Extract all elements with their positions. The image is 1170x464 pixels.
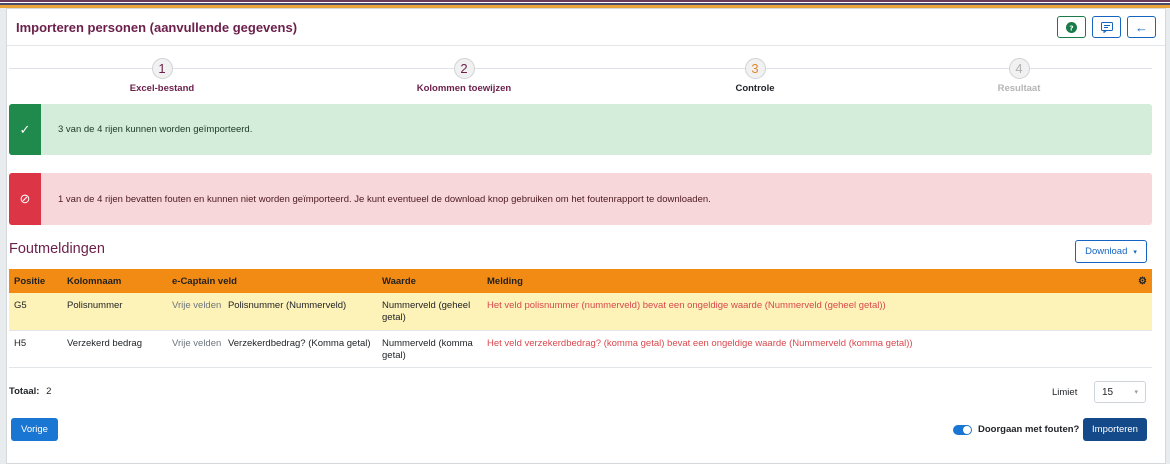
step-label: Excel-bestand [129, 83, 195, 94]
feedback-icon [1100, 21, 1113, 33]
limit-select[interactable]: 15 ▾ [1094, 381, 1146, 403]
download-button[interactable]: Download ▾ [1075, 240, 1147, 263]
step-number: 2 [453, 58, 475, 79]
download-label: Download [1085, 246, 1128, 257]
column-header-veld[interactable]: e-Captain veld [167, 269, 377, 293]
cell-veld-value: Verzekerdbedrag? (Komma getal) [227, 337, 371, 349]
cell-veld-value: Polisnummer (Nummerveld) [227, 300, 347, 311]
column-header-melding-label: Melding [487, 275, 523, 287]
total-label: Totaal: [9, 386, 40, 397]
caret-down-icon: ▾ [1134, 389, 1138, 396]
continue-label: Doorgaan met fouten? [978, 424, 1080, 435]
import-stepper: 1 Excel-bestand 2 Kolommen toewijzen 3 C… [9, 58, 1152, 98]
success-alert: ✓ 3 van de 4 rijen kunnen worden geïmpor… [9, 104, 1152, 155]
cell-veld-prefix: Vrije velden [172, 337, 222, 349]
step-label: Kolommen toewijzen [416, 83, 512, 94]
column-header-melding[interactable]: Melding ⚙ [482, 269, 1152, 293]
error-alert: ⊘ 1 van de 4 rijen bevatten fouten en ku… [9, 173, 1152, 225]
check-icon: ✓ [9, 104, 41, 155]
step-label: Controle [735, 83, 775, 94]
cell-melding: Het veld polisnummer (nummerveld) bevat … [482, 293, 1152, 331]
step-controle[interactable]: 3 Controle [675, 58, 835, 94]
cell-veld: Vrije velden Verzekerdbedrag? (Komma get… [167, 330, 377, 368]
error-alert-text: 1 van de 4 rijen bevatten fouten en kunn… [58, 193, 711, 205]
import-button[interactable]: Importeren [1083, 418, 1147, 441]
success-alert-text: 3 van de 4 rijen kunnen worden geïmporte… [58, 124, 253, 135]
step-number: 3 [744, 58, 766, 79]
table-row[interactable]: G5 Polisnummer Vrije velden Polisnummer … [9, 293, 1152, 331]
continue-with-errors: Doorgaan met fouten? [953, 424, 1079, 435]
previous-button[interactable]: Vorige [11, 418, 58, 441]
feedback-button[interactable] [1092, 16, 1121, 38]
step-excel-bestand[interactable]: 1 Excel-bestand [82, 58, 242, 94]
continue-toggle[interactable] [953, 424, 972, 435]
step-resultaat: 4 Resultaat [939, 58, 1099, 94]
cell-kolomnaam: Verzekerd bedrag [62, 330, 167, 368]
cell-veld: Vrije velden Polisnummer (Nummerveld) [167, 293, 377, 331]
step-kolommen-toewijzen[interactable]: 2 Kolommen toewijzen [384, 58, 544, 94]
card-header: Importeren personen (aanvullende gegeven… [7, 9, 1165, 46]
back-button[interactable]: ← [1127, 16, 1156, 38]
column-header-positie[interactable]: Positie [9, 269, 62, 293]
cell-waarde: Nummerveld (komma getal) [377, 330, 482, 368]
table-header-row: Positie Kolomnaam e-Captain veld Waarde … [9, 269, 1152, 293]
top-color-bar [0, 0, 1170, 8]
cell-waarde: Nummerveld (geheel getal) [377, 293, 482, 331]
svg-text:?: ? [1069, 23, 1073, 32]
table-row[interactable]: H5 Verzekerd bedrag Vrije velden Verzeke… [9, 330, 1152, 368]
cell-kolomnaam: Polisnummer [62, 293, 167, 331]
page-title: Importeren personen (aanvullende gegeven… [16, 19, 298, 35]
arrow-left-icon: ← [1135, 19, 1148, 35]
limit-label: Limiet [1052, 387, 1078, 398]
gear-icon[interactable]: ⚙ [1138, 276, 1147, 287]
step-number: 4 [1008, 58, 1030, 79]
limit-value: 15 [1102, 386, 1114, 398]
cell-positie: H5 [9, 330, 62, 368]
column-header-kolomnaam[interactable]: Kolomnaam [62, 269, 167, 293]
cell-veld-prefix: Vrije velden [172, 300, 222, 311]
help-button[interactable]: ? [1057, 16, 1086, 38]
cell-positie: G5 [9, 293, 62, 331]
column-header-waarde[interactable]: Waarde [377, 269, 482, 293]
step-number: 1 [151, 58, 173, 79]
question-circle-icon: ? [1066, 21, 1077, 33]
caret-down-icon: ▾ [1133, 248, 1137, 256]
total-count: Totaal: 2 [9, 386, 51, 397]
ban-icon: ⊘ [9, 173, 41, 225]
header-buttons: ? ← [1057, 16, 1156, 38]
errors-section-title: Foutmeldingen [9, 241, 105, 257]
total-value: 2 [46, 386, 52, 397]
errors-table: Positie Kolomnaam e-Captain veld Waarde … [9, 269, 1152, 368]
step-label: Resultaat [997, 83, 1041, 94]
cell-melding: Het veld verzekerdbedrag? (komma getal) … [482, 330, 1152, 368]
